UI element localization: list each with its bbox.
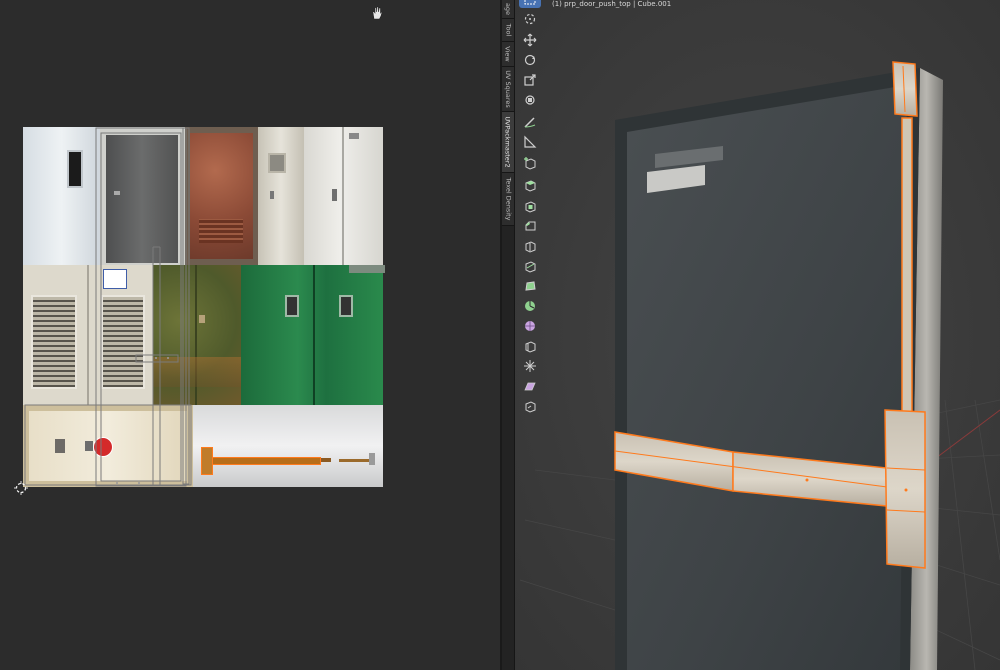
tab-image[interactable]: age (502, 0, 514, 19)
2d-cursor-icon[interactable] (14, 481, 28, 495)
hand-pan-icon[interactable] (371, 6, 383, 20)
spin-icon[interactable] (519, 296, 541, 315)
push-bar-end-block[interactable] (884, 409, 926, 569)
uv-texture-image[interactable] (23, 127, 385, 487)
add-cube-icon[interactable] (519, 153, 541, 172)
edge-slide-icon[interactable] (519, 336, 541, 355)
knife-icon[interactable] (519, 256, 541, 275)
tab-label: age (504, 2, 513, 16)
poly-build-icon[interactable] (519, 276, 541, 295)
uv-editor[interactable] (0, 0, 500, 670)
tab-uvpackmaster2[interactable]: UVPackmaster2 (502, 112, 514, 173)
tab-uv-squares[interactable]: UV Squares (502, 67, 514, 112)
smooth-vertices-icon[interactable] (519, 316, 541, 335)
transform-icon[interactable] (519, 90, 541, 109)
loop-cut-icon[interactable] (519, 236, 541, 255)
measure-icon[interactable] (519, 132, 541, 151)
tab-label: UV Squares (504, 70, 513, 108)
shear-icon[interactable] (519, 376, 541, 395)
scale-icon[interactable] (519, 70, 541, 89)
bevel-icon[interactable] (519, 216, 541, 235)
tab-label: Texel Density (504, 177, 513, 221)
tab-texel-density[interactable]: Texel Density (502, 173, 514, 226)
cursor-icon[interactable] (519, 9, 541, 28)
tab-label: UVPackmaster2 (504, 116, 512, 168)
tab-label: Tool (504, 23, 513, 37)
rip-region-icon[interactable] (519, 396, 541, 415)
3d-viewport[interactable]: (1) prp_door_push_top | Cube.001 (515, 0, 1000, 670)
rotate-icon[interactable] (519, 50, 541, 69)
move-icon[interactable] (519, 30, 541, 49)
uv-island-wireframe[interactable] (23, 127, 383, 487)
tab-label: View (504, 46, 512, 62)
tab-tool[interactable]: Tool (502, 19, 514, 42)
shrink-fatten-icon[interactable] (519, 356, 541, 375)
sidebar-tabs: age Tool View UV Squares UVPackmaster2 T… (502, 0, 515, 670)
annotate-icon[interactable] (519, 112, 541, 131)
select-box-icon[interactable] (519, 0, 541, 8)
extrude-region-icon[interactable] (519, 175, 541, 194)
viewport-scene (515, 0, 1000, 670)
inset-faces-icon[interactable] (519, 196, 541, 215)
tab-view[interactable]: View (502, 42, 514, 67)
viewport-object-info: (1) prp_door_push_top | Cube.001 (552, 0, 672, 8)
